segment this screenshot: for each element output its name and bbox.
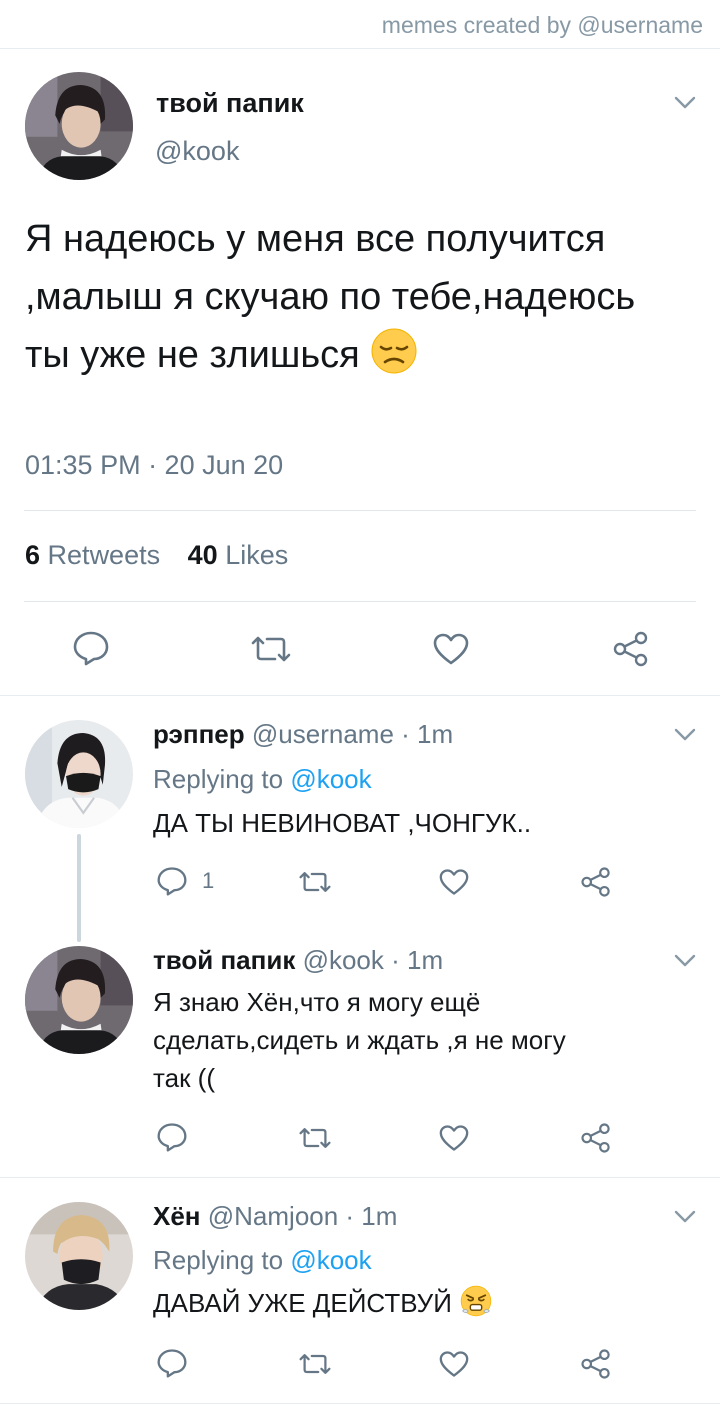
avatar-kook[interactable] <box>25 72 133 180</box>
replying-to-label: Replying to <box>153 764 291 794</box>
likes-count[interactable]: 40 <box>188 540 218 570</box>
reply-3-share-button[interactable] <box>580 1348 612 1380</box>
reply-2-header: твой папик @kook · 1m <box>153 945 443 976</box>
share-button[interactable] <box>612 630 650 668</box>
mention-link[interactable]: @kook <box>290 1245 371 1275</box>
main-tweet-text-body: Я надеюсь у меня все получится ,малыш я … <box>25 218 636 376</box>
reply-2-reply-button[interactable] <box>156 1122 188 1152</box>
replying-to-label: Replying to <box>153 1245 291 1275</box>
reply-1-reply-count: 1 <box>202 868 215 893</box>
mention-link[interactable]: @kook <box>290 764 371 794</box>
like-button[interactable] <box>432 632 470 666</box>
avatar-kook-reply[interactable] <box>25 946 133 1054</box>
heart-icon <box>439 1351 469 1377</box>
share-icon <box>581 1123 610 1153</box>
reply-icon <box>157 1349 187 1378</box>
reply-3-reply-button[interactable] <box>156 1348 188 1378</box>
reply-icon <box>157 1123 187 1152</box>
reply-button[interactable] <box>72 630 110 666</box>
avatar-username[interactable] <box>25 720 133 828</box>
retweets-count[interactable]: 6 <box>25 540 40 570</box>
main-tweet-name[interactable]: твой папик <box>156 88 304 119</box>
avatar-namjoon[interactable] <box>25 1202 133 1310</box>
reply-icon <box>157 867 187 896</box>
heart-icon <box>439 1125 469 1151</box>
reply-3-meta[interactable]: @Namjoon · 1m <box>208 1201 398 1231</box>
reply-icon <box>73 631 109 666</box>
reply-1-header: рэппер @username · 1m <box>153 719 453 750</box>
reply-1-replying-to: Replying to @kook <box>153 764 372 795</box>
reply-1-share-button[interactable] <box>580 866 612 898</box>
main-tweet-separator <box>0 695 720 696</box>
reply-2-name[interactable]: твой папик <box>153 945 295 975</box>
reply-3-like-button[interactable] <box>438 1350 470 1378</box>
reply-2-share-button[interactable] <box>580 1122 612 1154</box>
retweet-icon <box>251 636 291 662</box>
main-tweet-timestamp: 01:35 PM · 20 Jun 20 <box>25 450 284 480</box>
stats-bottom-divider <box>24 601 696 602</box>
reply-3-header: Хён @Namjoon · 1m <box>153 1201 397 1232</box>
retweet-button[interactable] <box>249 634 293 664</box>
reply-1-text: ДА ТЫ НЕВИНОВАТ ,ЧОНГУК.. <box>153 808 532 838</box>
chevron-down-icon[interactable] <box>674 1210 696 1224</box>
reply-1-like-button[interactable] <box>438 868 470 896</box>
main-tweet-handle[interactable]: @kook <box>155 136 239 167</box>
reply-1-name[interactable]: рэппер <box>153 719 245 749</box>
thread-connector-line <box>77 834 81 942</box>
reply-1-meta[interactable]: @username · 1m <box>252 719 453 749</box>
retweet-icon <box>299 872 331 892</box>
share-icon <box>581 1349 610 1379</box>
chevron-down-icon[interactable] <box>674 954 696 968</box>
main-tweet-text: Я надеюсь у меня все получится ,малыш я … <box>25 210 665 384</box>
share-icon <box>581 867 610 897</box>
reply-3-replying-to: Replying to @kook <box>153 1245 372 1276</box>
reply-1-retweet-button[interactable] <box>297 870 333 894</box>
chevron-down-icon[interactable] <box>674 728 696 742</box>
reply-3-retweet-button[interactable] <box>297 1352 333 1376</box>
disappointed-face-icon <box>370 327 418 375</box>
reply-1-reply-button[interactable]: 1 <box>156 866 214 896</box>
retweet-icon <box>299 1128 331 1148</box>
heart-icon <box>439 869 469 895</box>
reply-2-meta[interactable]: @kook · 1m <box>303 945 444 975</box>
chevron-down-icon[interactable] <box>674 96 696 110</box>
face-with-steam-icon <box>459 1284 493 1318</box>
tweet-stats: 6 Retweets 40 Likes <box>25 540 288 571</box>
reply-3-text-body: ДАВАЙ УЖЕ ДЕЙСТВУЙ <box>153 1288 452 1318</box>
share-icon <box>613 631 648 667</box>
reply-2-separator <box>0 1177 720 1178</box>
reply-3-text: ДАВАЙ УЖЕ ДЕЙСТВУЙ <box>153 1284 653 1322</box>
heart-icon <box>433 633 469 665</box>
retweet-icon <box>299 1354 331 1374</box>
likes-label[interactable]: Likes <box>225 540 288 570</box>
watermark-text: memes created by @username <box>381 12 703 38</box>
reply-2-like-button[interactable] <box>438 1124 470 1152</box>
retweets-label[interactable]: Retweets <box>48 540 161 570</box>
top-divider <box>0 48 720 49</box>
reply-3-name[interactable]: Хён <box>153 1201 201 1231</box>
reply-2-retweet-button[interactable] <box>297 1126 333 1150</box>
bottom-separator <box>0 1403 720 1404</box>
reply-2-text: Я знаю Хён,что я могу ещё сделать,сидеть… <box>153 987 566 1093</box>
stats-top-divider <box>24 510 696 511</box>
